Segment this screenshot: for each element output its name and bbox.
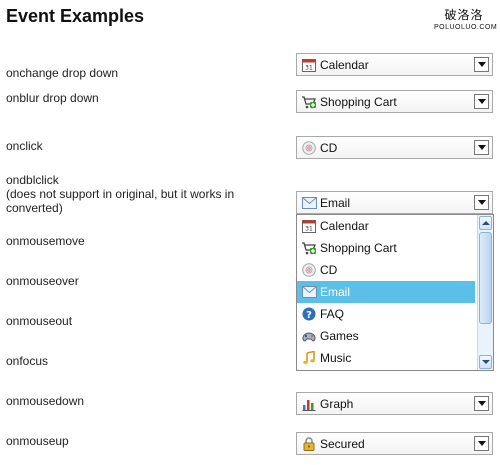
option-label: Calendar [320,219,369,233]
ondblclick-options-list[interactable]: 31 Calendar Shopping Cart CD Email ? FAQ… [296,214,494,371]
chevron-down-icon[interactable] [474,140,489,155]
label-onmouseover: onmouseover [6,274,79,288]
onmousedown-dropdown-value: Graph [320,396,354,411]
option-label: FAQ [320,307,345,321]
label-onblur: onblur drop down [6,91,99,105]
onblur-dropdown[interactable]: Shopping Cart [296,90,493,113]
option-games[interactable]: Games [297,325,475,347]
label-onmouseout: onmouseout [6,314,73,328]
option-email[interactable]: Email [297,281,475,303]
onclick-dropdown[interactable]: CD [296,136,493,159]
onclick-dropdown-value: CD [320,140,338,155]
option-cd[interactable]: CD [297,259,475,281]
label-ondblclick-line1: ondblclick [6,173,59,187]
label-ondblclick-line2: (does not support in original, but it wo… [6,187,235,201]
email-icon [301,195,317,211]
option-label: Email [320,285,351,299]
label-onchange: onchange drop down [6,66,119,80]
svg-text:?: ? [306,310,312,321]
page-title: Event Examples [6,6,145,26]
label-onclick: onclick [6,139,43,153]
shopping-cart-icon [301,240,317,256]
calendar-icon: 31 [301,218,317,234]
faq-icon: ? [301,306,317,322]
chevron-down-icon[interactable] [474,396,489,411]
logo-domain-text: POLUOLUO.COM [434,24,498,31]
option-label: Games [320,329,359,343]
option-shopping-cart[interactable]: Shopping Cart [297,237,475,259]
option-faq[interactable]: ? FAQ [297,303,475,325]
ondblclick-dropdown[interactable]: Email [296,191,493,214]
svg-text:31: 31 [305,64,313,71]
onmousedown-dropdown[interactable]: Graph [296,392,493,415]
chevron-down-icon[interactable] [474,94,489,109]
shopping-cart-icon [301,94,317,110]
graph-icon [301,396,317,412]
site-logo: 破洛洛 POLUOLUO.COM [434,8,498,31]
label-ondblclick-line3: converted) [6,201,63,215]
games-icon [301,328,317,344]
chevron-down-icon[interactable] [474,436,489,451]
label-onmouseup: onmouseup [6,434,69,448]
music-icon [301,350,317,366]
option-label: CD [320,263,338,277]
scroll-up-arrow-icon[interactable] [479,216,492,230]
label-onfocus: onfocus [6,354,49,368]
option-label: Music [320,351,352,365]
email-icon [301,284,317,300]
onchange-dropdown-value: Calendar [320,57,369,72]
svg-text:31: 31 [305,226,313,233]
lock-icon [301,436,317,452]
chevron-down-icon[interactable] [474,195,489,210]
onchange-dropdown[interactable]: 31 Calendar [296,53,493,76]
scrollbar-thumb[interactable] [479,232,492,324]
calendar-icon: 31 [301,57,317,73]
chevron-down-icon[interactable] [474,57,489,72]
logo-chinese-text: 破洛洛 [444,8,484,22]
ondblclick-dropdown-value: Email [320,195,351,210]
onmouseup-dropdown-value: Secured [320,436,365,451]
onmouseup-dropdown[interactable]: Secured [296,432,493,455]
cd-icon [301,262,317,278]
label-ondblclick: ondblclick (does not support in original… [6,173,234,215]
option-label: Shopping Cart [320,241,397,255]
cd-icon [301,140,317,156]
options-scrollbar[interactable] [477,215,493,370]
onblur-dropdown-value: Shopping Cart [320,94,397,109]
option-music[interactable]: Music [297,347,475,369]
label-onmousedown: onmousedown [6,394,85,408]
option-calendar[interactable]: 31 Calendar [297,215,475,237]
label-onmousemove: onmousemove [6,234,85,248]
scroll-down-arrow-icon[interactable] [479,355,492,369]
